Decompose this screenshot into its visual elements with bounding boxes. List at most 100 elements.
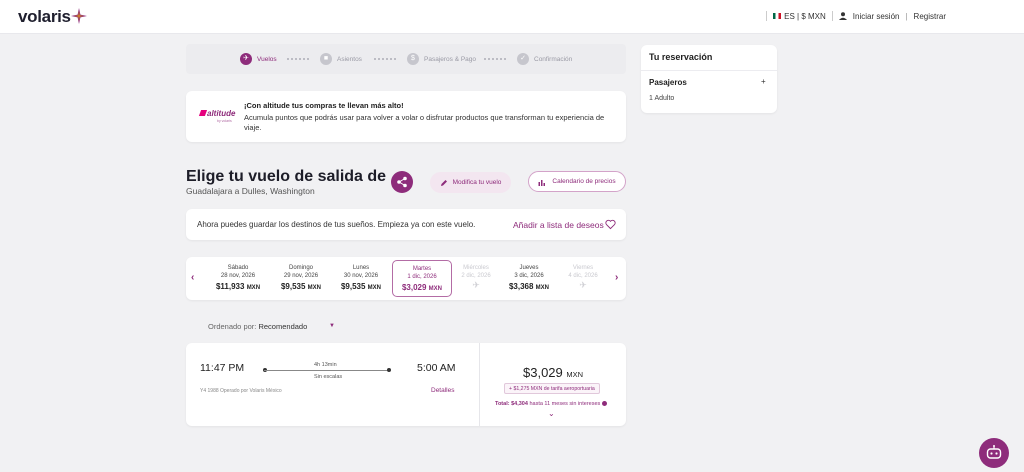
sort-selector[interactable]: Ordenado por: Recomendado [208,322,307,331]
register-link[interactable]: Registrar [914,12,946,21]
pencil-icon [440,179,447,186]
flight-details-link[interactable]: Detalles [431,387,454,394]
route-line [264,370,390,371]
date-day: 30 nov, 2026 [343,273,379,280]
sort-value: Recomendado [258,322,308,331]
date-weekday: Martes [412,266,432,272]
date-option-selected[interactable]: Martes 1 dic, 2026 $3,029 MXN [392,260,452,297]
date-option[interactable]: Jueves 3 dic, 2026 $3,368 MXN [499,260,559,297]
caret-down-icon[interactable]: ▼ [329,323,335,329]
booking-stepper: ✈ Vuelos ■ Asientos $ Pasajeros & Pago ✓… [186,44,626,74]
airport-fee-note: + $1,275 MXN de tarifa aeroportuaria [504,383,600,394]
user-icon [838,12,847,20]
top-navigation-bar: volaris ES | $ MXN Iniciar sesión | Regi… [0,0,1024,34]
price-calendar-label: Calendario de precios [552,178,616,185]
date-price: $3,368 MXN [508,281,550,291]
departure-time: 11:47 PM [200,362,245,374]
passengers-label: Pasajeros [649,78,687,87]
date-day: 1 dic, 2026 [407,274,437,281]
wishlist-text: Ahora puedes guardar los destinos de tus… [197,220,476,229]
date-weekday: Sábado [227,265,249,271]
check-icon: ✓ [517,53,529,65]
date-price: $11,933 MXN [215,281,261,291]
date-weekday: Jueves [519,265,539,271]
date-day: 28 nov, 2026 [220,273,256,280]
promo-title: ¡Con altitude tus compras te llevan más … [244,101,404,110]
mexico-flag-icon [773,13,782,20]
language-currency-label: ES | $ MXN [784,11,826,21]
sort-label: Ordenado por: [208,322,257,331]
login-link[interactable]: Iniciar sesión [853,12,900,21]
header-actions: ES | $ MXN Iniciar sesión | Registrar [766,11,946,21]
step-label: Confirmación [534,55,573,63]
payment-icon: $ [407,53,419,65]
divider [641,70,777,71]
flight-duration: 4h 13min [314,362,337,368]
wishlist-banner: Ahora puedes guardar los destinos de tus… [186,209,626,240]
altitude-logo-sub: by volaris [217,119,232,123]
card-divider [479,343,480,426]
step-asientos: ■ Asientos [320,53,362,65]
date-day: 29 nov, 2026 [283,273,319,280]
total-price: Total: $4,304 hasta 11 meses sin interes… [495,401,608,407]
step-pasajeros-pago: $ Pasajeros & Pago [407,53,476,65]
step-confirmacion: ✓ Confirmación [517,53,572,65]
date-weekday: Lunes [352,265,370,271]
date-option[interactable]: Sábado 28 nov, 2026 $11,933 MXN [208,260,268,297]
no-flight-icon: ✈ [579,279,587,290]
modify-flight-label: Modifica tu vuelo [452,179,502,186]
modify-flight-button[interactable]: Modifica tu vuelo [430,172,511,193]
language-currency-selector[interactable]: ES | $ MXN [773,12,826,21]
header-divider [831,11,833,21]
step-label: Pasajeros & Pago [424,55,477,63]
date-option[interactable]: Lunes 30 nov, 2026 $9,535 MXN [331,260,391,297]
fare-price: $3,029 MXN [523,365,584,380]
date-day: 3 dic, 2026 [514,273,544,280]
share-icon [397,176,407,188]
date-price: $3,029 MXN [401,282,443,292]
reservation-summary: Tu reservación Pasajeros + 1 Adulto [641,45,777,113]
date-price: $9,535 MXN [280,281,322,291]
chevron-down-icon[interactable]: ⌄ [548,409,555,418]
passenger-count: 1 Adulto [649,95,675,102]
reservation-title: Tu reservación [649,52,713,62]
bar-chart-icon [538,179,546,186]
plane-icon: ✈ [240,53,252,65]
info-icon[interactable] [602,401,608,407]
chatbot-icon [986,445,1002,459]
step-label: Asientos [337,55,362,63]
date-weekday: Miércoles [463,265,489,271]
seat-icon: ■ [320,53,332,65]
share-button[interactable] [391,171,413,193]
page-title: Elige tu vuelo de salida de [186,168,387,185]
next-dates-arrow[interactable]: › [615,272,618,283]
step-connector [374,58,396,60]
promo-text: Acumula puntos que podrás usar para volv… [244,113,605,132]
route-subtitle: Guadalajara a Dulles, Washington [186,186,315,196]
step-label: Vuelos [257,55,277,63]
volaris-logo[interactable]: volaris [18,7,71,27]
date-weekday: Domingo [288,265,313,271]
destination-dot [387,368,391,372]
date-price: $9,535 MXN [340,281,382,291]
price-calendar-button[interactable]: Calendario de precios [528,171,626,192]
arrival-time: 5:00 AM [417,362,456,374]
step-vuelos[interactable]: ✈ Vuelos [240,53,277,65]
date-option-unavailable: Miércoles 2 dic, 2026 ✈ [446,260,506,297]
flight-stops: Sin escalas [314,374,343,380]
no-flight-icon: ✈ [472,279,480,290]
operated-by: Y4 1988 Operado por Volaris México [200,388,282,394]
date-option-unavailable: Viernes 4 dic, 2026 ✈ [553,260,613,297]
previous-dates-arrow[interactable]: ‹ [191,272,194,283]
date-option[interactable]: Domingo 29 nov, 2026 $9,535 MXN [271,260,331,297]
chat-assistant-button[interactable] [979,438,1009,468]
header-divider [766,11,768,21]
expand-passengers-icon[interactable]: + [761,77,766,86]
heart-icon[interactable] [605,219,616,230]
flight-result-card[interactable]: 11:47 PM 4h 13min Sin escalas 5:00 AM Y4… [186,343,626,426]
date-weekday: Viernes [572,265,594,271]
step-connector [287,58,309,60]
step-connector [484,58,506,60]
date-carousel: ‹ Sábado 28 nov, 2026 $11,933 MXN Doming… [186,257,626,300]
add-to-wishlist-link[interactable]: Añadir a lista de deseos [513,220,604,230]
